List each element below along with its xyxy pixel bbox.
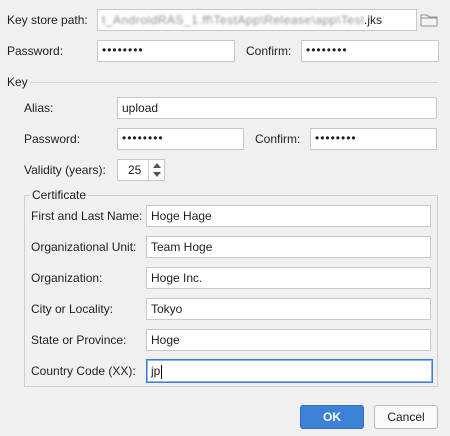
state-label: State or Province: xyxy=(31,333,127,347)
validity-spinner[interactable]: 25 xyxy=(117,159,165,181)
first-last-name-input[interactable]: Hoge Hage xyxy=(146,205,431,227)
keystore-confirm-field[interactable]: •••••••• xyxy=(301,40,439,62)
city-label: City or Locality: xyxy=(31,302,114,316)
spinner-down-icon[interactable] xyxy=(153,172,161,177)
key-section-divider xyxy=(30,82,438,83)
cancel-button[interactable]: Cancel xyxy=(374,405,438,429)
ok-button[interactable]: OK xyxy=(300,405,364,429)
city-input[interactable]: Tokyo xyxy=(146,298,431,320)
first-last-name-label: First and Last Name: xyxy=(31,209,143,223)
org-unit-input[interactable]: Team Hoge xyxy=(146,236,431,258)
validity-label: Validity (years): xyxy=(24,163,106,177)
key-confirm-label: Confirm: xyxy=(255,132,301,146)
certificate-group-title: Certificate xyxy=(30,188,89,202)
alias-input[interactable]: upload xyxy=(117,97,437,119)
spinner-up-icon[interactable] xyxy=(153,163,161,168)
keystore-path-obscured: t_AndroidRAS_1.ff\TestApp\Release\app\Te… xyxy=(102,13,364,27)
key-password-label: Password: xyxy=(24,132,81,146)
text-cursor xyxy=(161,364,163,379)
browse-folder-button[interactable] xyxy=(418,9,440,31)
keystore-confirm-label: Confirm: xyxy=(246,44,292,58)
spinner-arrows-icon[interactable] xyxy=(148,160,164,180)
keystore-path-label: Key store path: xyxy=(7,13,88,27)
key-section-label: Key xyxy=(7,75,28,89)
country-code-label: Country Code (XX): xyxy=(31,364,136,378)
keystore-path-input[interactable]: t_AndroidRAS_1.ff\TestApp\Release\app\Te… xyxy=(97,9,417,31)
country-code-value: jp xyxy=(151,364,161,378)
state-input[interactable]: Hoge xyxy=(146,329,431,351)
key-password-field[interactable]: •••••••• xyxy=(117,128,244,150)
alias-label: Alias: xyxy=(24,101,54,115)
folder-icon xyxy=(420,14,438,27)
validity-value: 25 xyxy=(128,163,142,177)
keystore-password-label: Password: xyxy=(7,44,64,58)
keystore-path-suffix: .jks xyxy=(364,13,382,27)
organization-input[interactable]: Hoge Inc. xyxy=(146,267,431,289)
organization-label: Organization: xyxy=(31,271,103,285)
org-unit-label: Organizational Unit: xyxy=(31,240,137,254)
keystore-password-field[interactable]: •••••••• xyxy=(97,40,235,62)
country-code-input[interactable]: jp xyxy=(146,359,433,383)
key-confirm-field[interactable]: •••••••• xyxy=(310,128,437,150)
